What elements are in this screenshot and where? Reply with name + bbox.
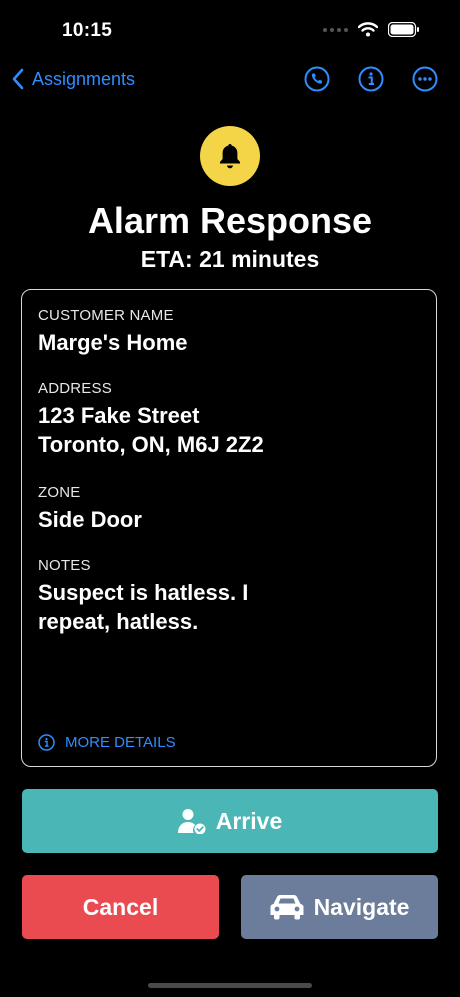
- more-icon[interactable]: [412, 66, 438, 92]
- car-icon: [270, 895, 304, 920]
- cancel-button[interactable]: Cancel: [22, 875, 219, 939]
- info-icon: [38, 734, 55, 751]
- back-button[interactable]: Assignments: [12, 68, 135, 90]
- home-indicator[interactable]: [148, 983, 312, 988]
- battery-icon: [388, 22, 419, 37]
- notes-line2: repeat, hatless.: [38, 609, 199, 634]
- alarm-badge: [200, 126, 260, 186]
- status-icons: [323, 22, 420, 37]
- address-field: ADDRESS 123 Fake Street Toronto, ON, M6J…: [38, 380, 264, 459]
- eta-text: ETA: 21 minutes: [140, 246, 320, 272]
- customer-name-field: CUSTOMER NAME Marge's Home: [38, 307, 188, 357]
- zone-field: ZONE Side Door: [38, 484, 142, 534]
- nav-actions: [304, 66, 438, 92]
- address-label: ADDRESS: [38, 380, 112, 397]
- chevron-left-icon: [12, 68, 24, 90]
- cancel-label: Cancel: [82, 893, 159, 920]
- info-icon[interactable]: [358, 66, 384, 92]
- person-check-icon: [177, 809, 206, 834]
- page-title: Alarm Response: [87, 200, 373, 241]
- bell-icon: [220, 144, 240, 169]
- wifi-icon: [358, 22, 378, 37]
- customer-name-label: CUSTOMER NAME: [38, 307, 174, 324]
- notes-line1: Suspect is hatless. I: [38, 580, 249, 605]
- notes-field: NOTES Suspect is hatless. I repeat, hatl…: [38, 557, 248, 636]
- arrive-label: Arrive: [215, 807, 283, 834]
- phone-icon[interactable]: [304, 66, 330, 92]
- more-details-link[interactable]: MORE DETAILS: [38, 734, 176, 751]
- cellular-signal-icon: [323, 27, 348, 32]
- address-line1: 123 Fake Street: [38, 403, 200, 428]
- address-line2: Toronto, ON, M6J 2Z2: [38, 432, 264, 457]
- back-label: Assignments: [32, 68, 136, 89]
- status-time: 10:15: [62, 20, 113, 41]
- notes-label: NOTES: [38, 557, 91, 574]
- navigate-label: Navigate: [313, 893, 410, 920]
- details-card: CUSTOMER NAME Marge's Home ADDRESS 123 F…: [21, 289, 437, 767]
- zone-label: ZONE: [38, 484, 81, 501]
- navigate-button[interactable]: Navigate: [241, 875, 438, 939]
- arrive-button[interactable]: Arrive: [22, 789, 438, 853]
- customer-name-value: Marge's Home: [38, 330, 188, 355]
- navigation-bar: Assignments: [0, 66, 460, 98]
- status-bar: 10:15: [0, 0, 460, 60]
- more-details-label: MORE DETAILS: [65, 734, 176, 751]
- zone-value: Side Door: [38, 507, 142, 532]
